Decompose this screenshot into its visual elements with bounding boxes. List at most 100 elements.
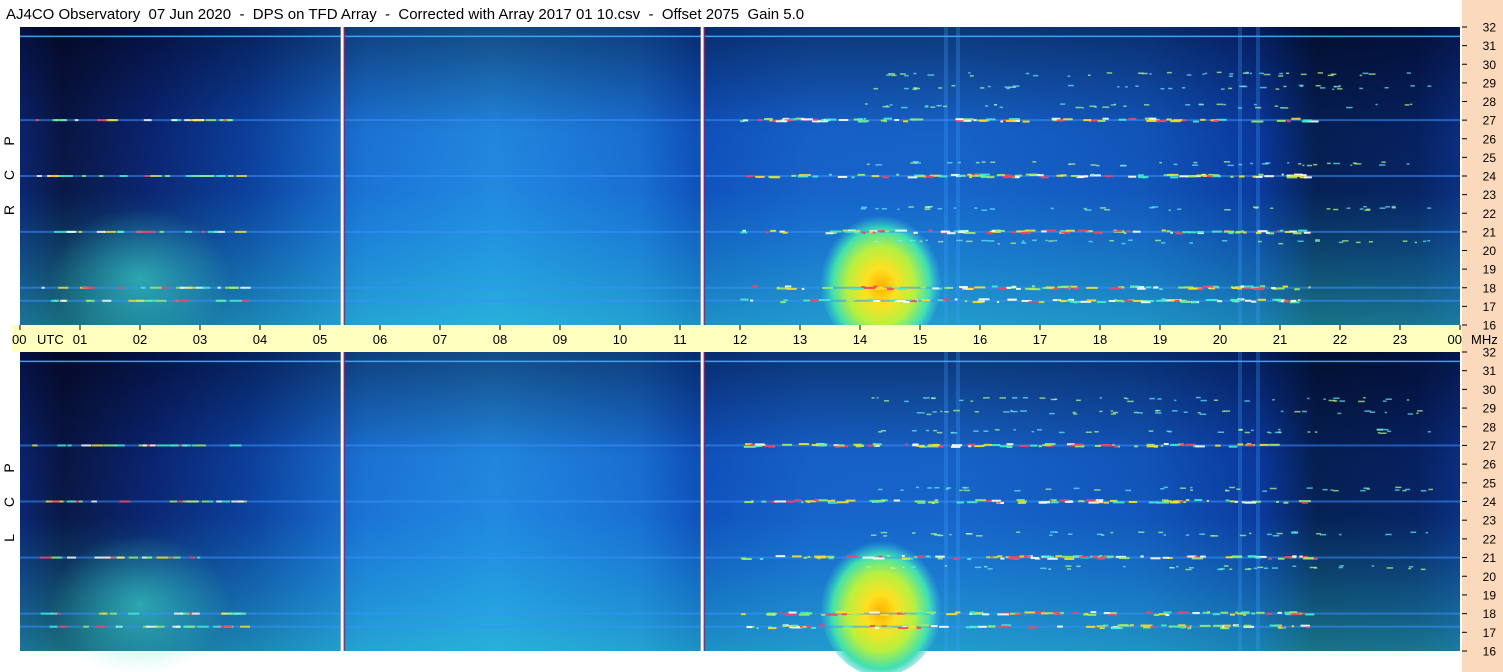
interference-speck	[769, 176, 781, 179]
interference-speck	[909, 298, 912, 301]
interference-speck	[1137, 287, 1146, 290]
interference-speck	[1165, 614, 1170, 617]
sparse-speck	[1294, 410, 1301, 413]
sparse-speck	[1031, 239, 1037, 242]
interference-speck	[1060, 231, 1071, 234]
sparse-speck	[983, 565, 988, 568]
interference-speck	[1134, 445, 1138, 448]
interference-speck	[1206, 175, 1213, 178]
frequency-tick-label: 18	[1483, 607, 1497, 621]
sparse-speck	[1090, 164, 1097, 166]
sparse-speck	[1359, 208, 1364, 210]
time-tick-label: 17	[1033, 332, 1047, 347]
interference-speck	[1209, 287, 1216, 290]
interference-speck	[201, 230, 206, 233]
interference-speck	[1225, 556, 1233, 559]
interference-speck	[844, 230, 851, 233]
interference-speck	[1156, 299, 1167, 302]
interference-speck	[1040, 176, 1049, 179]
sparse-speck	[1032, 161, 1037, 163]
sparse-speck	[864, 103, 868, 105]
interference-speck	[146, 556, 153, 559]
interference-speck	[854, 287, 864, 290]
sparse-speck	[900, 489, 904, 491]
sparse-speck	[951, 84, 956, 87]
sparse-speck	[1119, 164, 1126, 167]
sparse-speck	[1181, 87, 1186, 89]
interference-speck	[1027, 626, 1039, 629]
interference-speck	[1290, 299, 1297, 302]
sparse-speck	[927, 487, 933, 489]
interference-speck	[937, 557, 943, 560]
sparse-speck	[1223, 565, 1229, 567]
sparse-speck	[1100, 534, 1105, 536]
interference-speck	[1199, 624, 1211, 627]
interference-speck	[1015, 613, 1022, 616]
sparse-speck	[999, 106, 1003, 109]
time-tick-label: 21	[1273, 332, 1287, 347]
interference-speck	[1172, 120, 1175, 123]
sparse-speck	[1302, 410, 1307, 413]
interference-speck	[1073, 287, 1079, 290]
sparse-speck	[1269, 487, 1277, 490]
sparse-speck	[1297, 163, 1302, 165]
sparse-speck	[1228, 75, 1233, 77]
interference-speck	[66, 500, 77, 503]
sparse-speck	[1364, 209, 1371, 211]
interference-speck	[904, 613, 911, 616]
interference-speck	[1019, 555, 1025, 558]
time-tick-label: 05	[313, 332, 327, 347]
interference-speck	[1099, 500, 1103, 503]
interference-speck	[1235, 231, 1241, 234]
interference-speck	[1156, 120, 1166, 123]
sparse-speck	[1272, 567, 1278, 569]
sparse-speck	[1073, 413, 1078, 415]
sparse-speck	[1229, 73, 1234, 75]
sparse-speck	[1368, 241, 1374, 243]
sparse-speck	[1216, 103, 1224, 106]
interference-speck	[1090, 611, 1097, 614]
sparse-speck	[1138, 72, 1144, 75]
sparse-speck	[1094, 431, 1099, 433]
sparse-speck	[860, 207, 867, 210]
sparse-speck	[881, 429, 887, 432]
sparse-speck	[1202, 73, 1205, 75]
interference-speck	[189, 119, 203, 122]
sparse-speck	[1323, 398, 1326, 400]
sparse-speck	[1315, 240, 1320, 242]
sparse-speck	[895, 239, 903, 242]
interference-speck	[1166, 118, 1172, 121]
radio-burst	[820, 533, 942, 672]
sparse-speck	[1420, 490, 1427, 492]
interference-speck	[1167, 173, 1179, 176]
sparse-speck	[1085, 209, 1092, 211]
sparse-speck	[904, 74, 909, 77]
sparse-speck	[1169, 566, 1174, 569]
sparse-speck	[1229, 568, 1233, 570]
interference-speck	[1049, 500, 1053, 503]
interference-speck	[973, 445, 984, 448]
interference-speck	[200, 175, 213, 177]
interference-speck	[191, 612, 200, 615]
interference-speck	[1042, 444, 1052, 447]
sparse-speck	[1386, 567, 1394, 569]
interference-speck	[750, 299, 754, 302]
sparse-speck	[1391, 206, 1396, 209]
frequency-tick-label: 23	[1483, 188, 1497, 202]
interference-speck	[1159, 288, 1163, 291]
interference-speck	[1092, 555, 1098, 558]
sparse-speck	[1224, 410, 1231, 412]
sparse-speck	[1395, 486, 1402, 489]
interference-speck	[916, 612, 926, 615]
interference-speck	[775, 120, 787, 123]
interference-speck	[1162, 556, 1170, 559]
interference-speck	[782, 443, 793, 446]
interference-speck	[1086, 299, 1097, 302]
interference-speck	[154, 625, 165, 628]
interference-speck	[895, 229, 908, 232]
interference-speck	[1205, 299, 1216, 302]
interference-speck	[1070, 444, 1075, 447]
sparse-speck	[990, 161, 996, 164]
interference-speck	[1283, 300, 1291, 303]
interference-speck	[912, 444, 918, 447]
